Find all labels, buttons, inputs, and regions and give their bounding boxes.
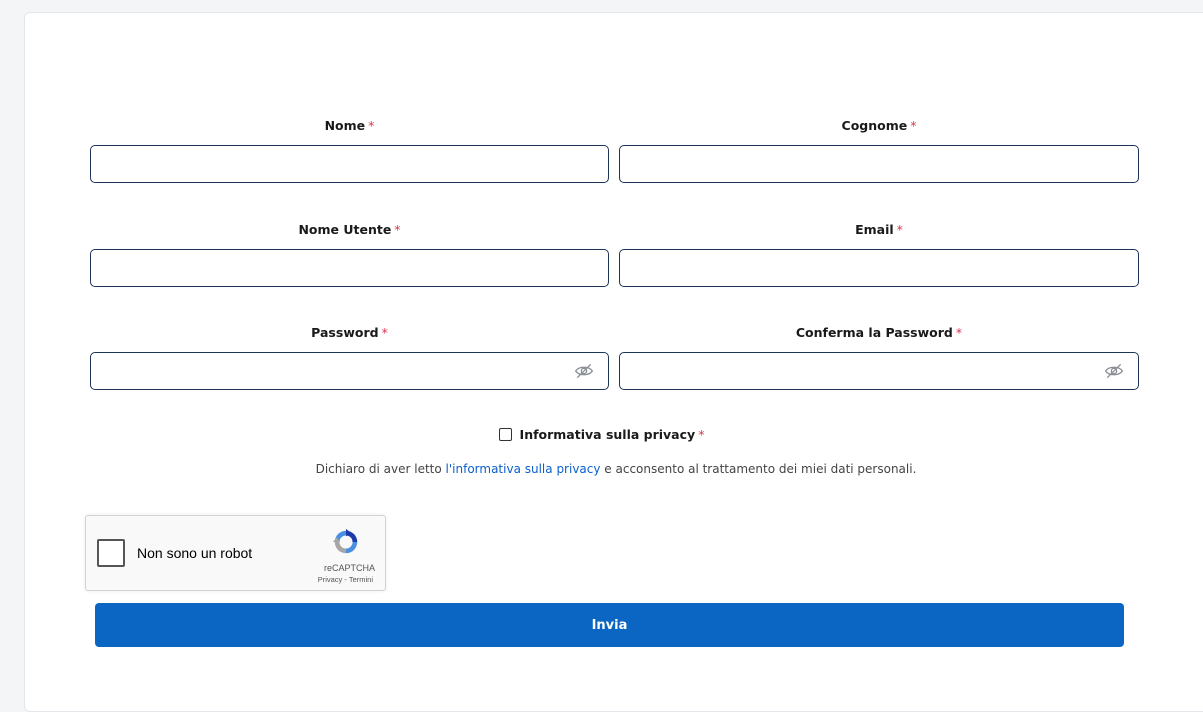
required-asterisk: * [381, 325, 388, 340]
cognome-field[interactable] [619, 145, 1139, 183]
conferma-password-label-text: Conferma la Password [795, 325, 953, 340]
eye-slash-icon[interactable] [574, 363, 594, 379]
privacy-checkbox-row: Informativa sulla privacy * [0, 427, 1203, 442]
submit-button[interactable]: Invia [95, 603, 1124, 647]
required-asterisk: * [698, 427, 705, 442]
required-asterisk: * [910, 118, 917, 133]
nome-field[interactable] [90, 145, 609, 183]
password-label-text: Password [311, 325, 379, 340]
cognome-label: Cognome * [619, 118, 1139, 133]
privacy-statement-after: e acconsento al trattamento dei miei dat… [600, 462, 917, 476]
email-label: Email * [619, 222, 1139, 237]
required-asterisk: * [394, 222, 401, 237]
required-asterisk: * [955, 325, 963, 340]
required-asterisk: * [896, 222, 903, 237]
recaptcha-brand: reCAPTCHA [323, 563, 375, 573]
recaptcha-terms-link[interactable]: Termini [349, 575, 373, 584]
nome-label-text: Nome [324, 118, 366, 133]
nome-utente-field[interactable] [90, 249, 609, 287]
password-field[interactable] [90, 352, 609, 390]
conferma-password-label: Conferma la Password * [619, 325, 1139, 340]
privacy-checkbox-label[interactable]: Informativa sulla privacy [520, 427, 696, 442]
nome-input[interactable] [91, 146, 608, 182]
privacy-statement-before: Dichiaro di aver letto [315, 462, 446, 476]
cognome-label-text: Cognome [841, 118, 908, 133]
nome-utente-label-text: Nome Utente [298, 222, 392, 237]
privacy-checkbox[interactable] [498, 428, 512, 441]
password-input[interactable] [91, 353, 608, 389]
recaptcha-widget: Non sono un robot reCAPTCHA Privacy - Te… [85, 515, 386, 591]
recaptcha-privacy-link[interactable]: Privacy [318, 575, 343, 584]
recaptcha-checkbox[interactable] [97, 539, 125, 567]
email-field[interactable] [619, 249, 1139, 287]
email-input[interactable] [620, 250, 1138, 286]
nome-utente-label: Nome Utente * [90, 222, 609, 237]
privacy-policy-link[interactable]: l'informativa sulla privacy [446, 462, 601, 476]
nome-label: Nome * [90, 118, 609, 133]
password-label: Password * [90, 325, 609, 340]
eye-slash-icon[interactable] [1104, 363, 1124, 379]
privacy-statement: Dichiaro di aver letto l'informativa sul… [0, 462, 1203, 476]
recaptcha-logo-icon [332, 528, 358, 554]
cognome-input[interactable] [620, 146, 1138, 182]
nome-utente-input[interactable] [91, 250, 608, 286]
conferma-password-field[interactable] [619, 352, 1139, 390]
email-label-text: Email [855, 222, 894, 237]
recaptcha-links: Privacy - Termini [318, 575, 373, 584]
recaptcha-label: Non sono un robot [137, 545, 253, 561]
conferma-password-input[interactable] [620, 353, 1138, 389]
required-asterisk: * [368, 118, 375, 133]
